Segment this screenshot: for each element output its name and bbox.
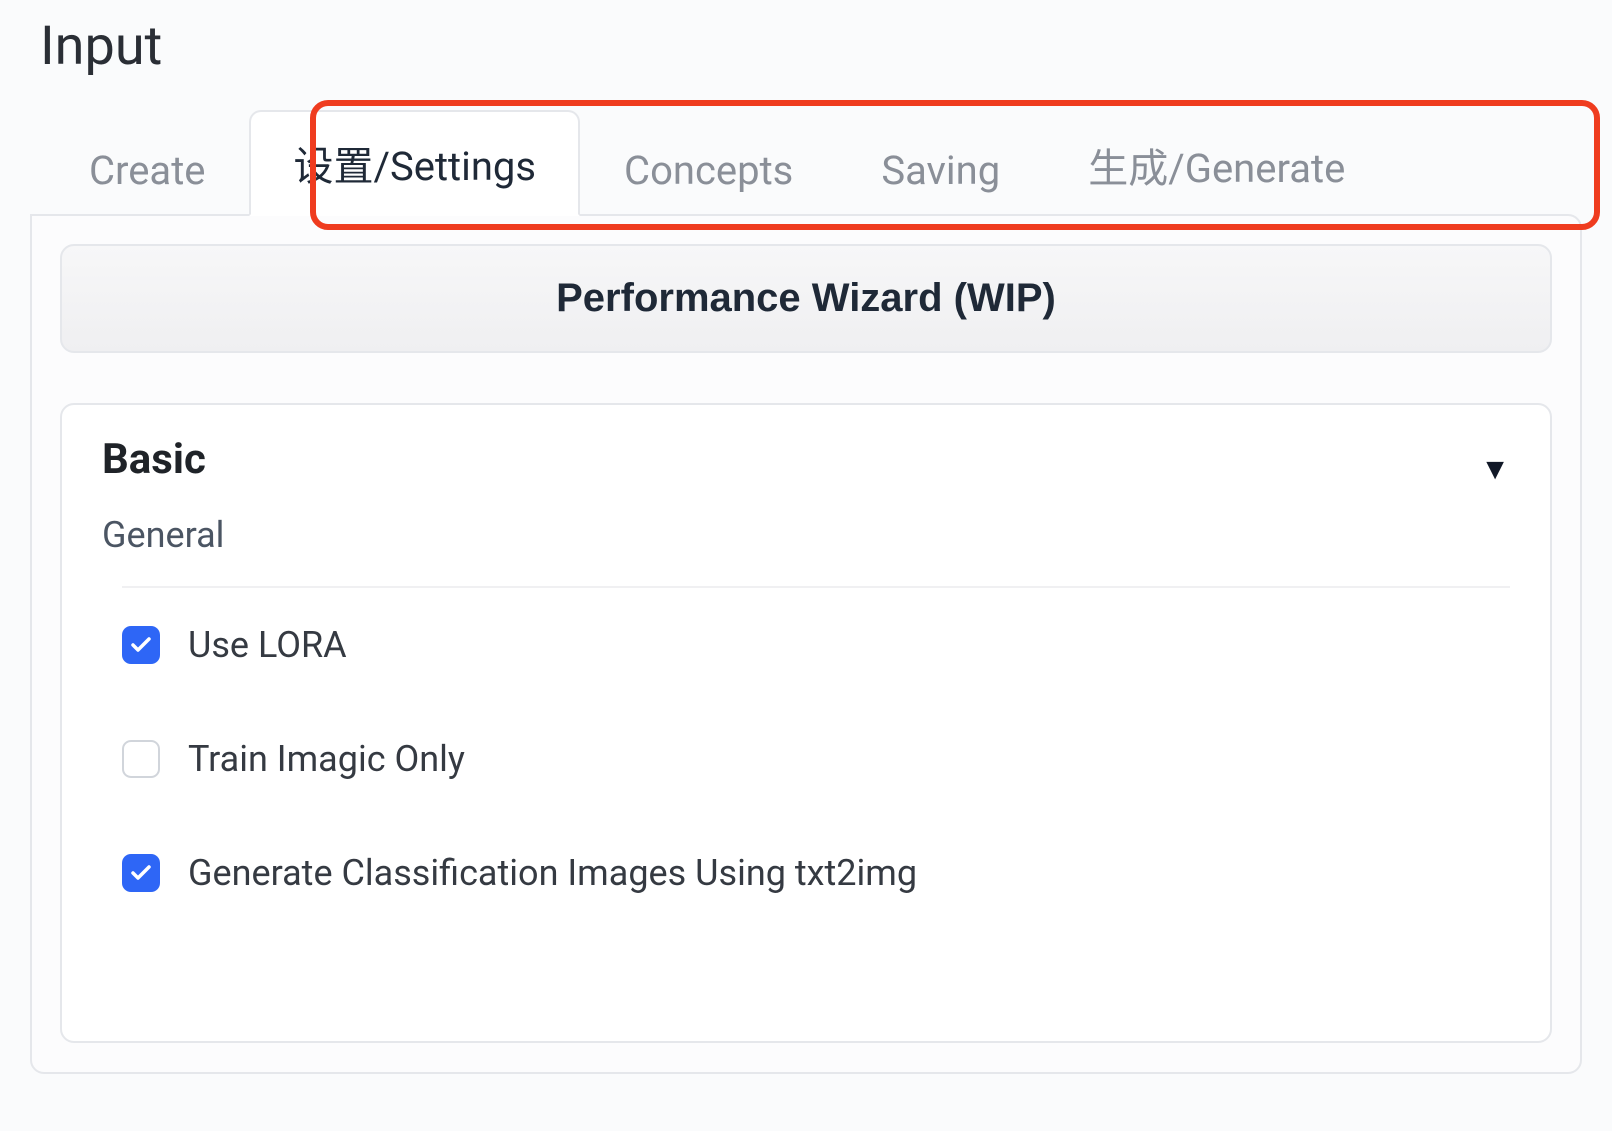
tab-settings[interactable]: 设置/Settings (249, 110, 580, 216)
tab-saving[interactable]: Saving (837, 123, 1044, 216)
option-label: Generate Classification Images Using txt… (188, 852, 917, 894)
checkbox-generate-classification-images[interactable] (122, 854, 160, 892)
option-generate-classification-images[interactable]: Generate Classification Images Using txt… (122, 816, 1510, 930)
performance-wizard-button[interactable]: Performance Wizard (WIP) (60, 244, 1552, 353)
check-icon (129, 861, 153, 885)
tabs-bar: Create 设置/Settings Concepts Saving 生成/Ge… (45, 108, 1582, 214)
checkbox-train-imagic-only[interactable] (122, 740, 160, 778)
settings-panel: Performance Wizard (WIP) Basic ▼ General… (30, 214, 1582, 1074)
basic-subheader-general: General (102, 514, 1510, 556)
option-train-imagic-only[interactable]: Train Imagic Only (122, 702, 1510, 816)
checkbox-use-lora[interactable] (122, 626, 160, 664)
option-use-lora[interactable]: Use LORA (122, 588, 1510, 702)
basic-card-title: Basic (102, 435, 206, 484)
chevron-down-icon[interactable]: ▼ (1480, 452, 1510, 487)
option-label: Train Imagic Only (188, 738, 465, 780)
basic-options-list: Use LORA Train Imagic Only Generate Clas… (122, 586, 1510, 930)
tab-create[interactable]: Create (45, 123, 249, 216)
basic-card-header[interactable]: Basic ▼ (102, 435, 1510, 504)
basic-card: Basic ▼ General Use LORA Train Imagic On… (60, 403, 1552, 1043)
tab-concepts[interactable]: Concepts (580, 123, 837, 216)
input-section-title: Input (40, 15, 1582, 78)
check-icon (129, 633, 153, 657)
option-label: Use LORA (188, 624, 347, 666)
tab-generate[interactable]: 生成/Generate (1044, 112, 1389, 216)
